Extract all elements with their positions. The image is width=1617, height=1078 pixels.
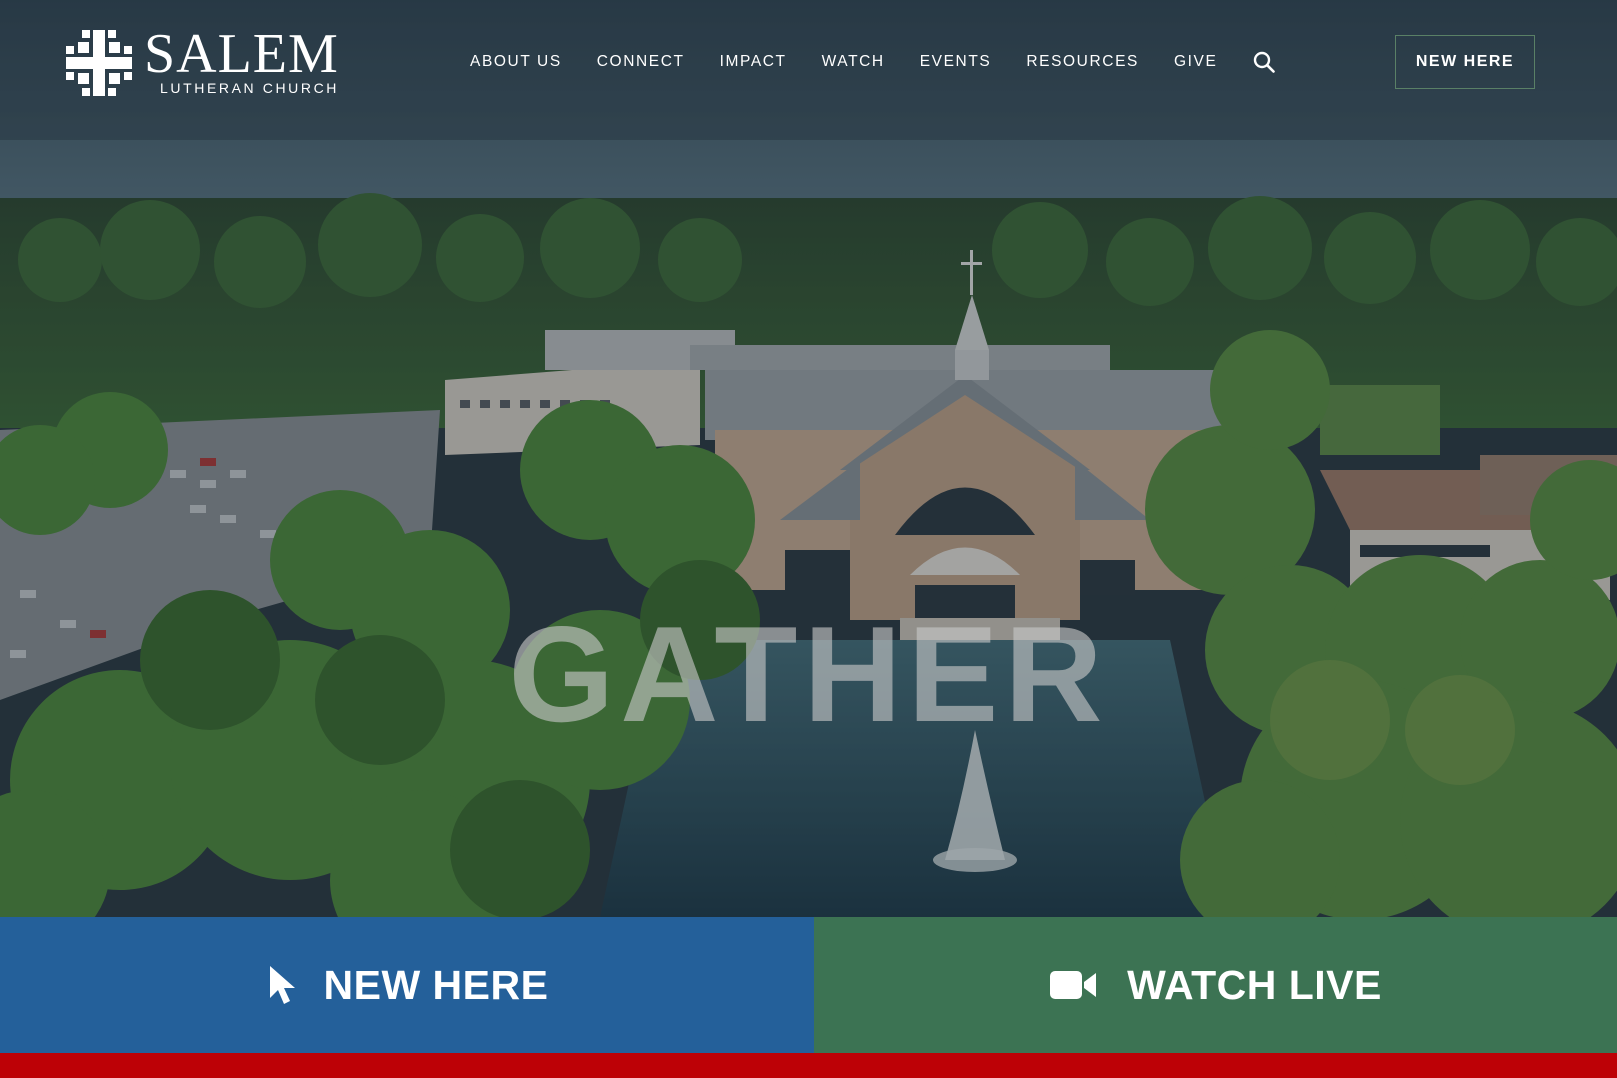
main-nav: ABOUT US CONNECT IMPACT WATCH EVENTS RES…	[470, 50, 1276, 74]
nav-item-resources[interactable]: RESOURCES	[1026, 53, 1139, 71]
logo-text: SALEM LUTHERAN CHURCH	[144, 23, 340, 96]
nav-item-watch[interactable]: WATCH	[822, 53, 885, 71]
hero-section: GATHER	[0, 0, 1617, 917]
watch-live-cta-button[interactable]: WATCH LIVE	[814, 917, 1617, 1053]
nav-item-give[interactable]: GIVE	[1174, 53, 1217, 71]
accent-strip	[0, 1053, 1617, 1078]
nav-item-connect[interactable]: CONNECT	[597, 53, 685, 71]
watch-live-cta-label: WATCH LIVE	[1127, 961, 1382, 1008]
logo-subtitle: LUTHERAN CHURCH	[160, 80, 340, 96]
site-header: SALEM LUTHERAN CHURCH ABOUT US CONNECT I…	[0, 0, 1617, 130]
hero-background-image	[0, 0, 1617, 917]
search-icon[interactable]	[1252, 50, 1276, 74]
pointer-cursor-icon	[269, 966, 295, 1004]
nav-item-events[interactable]: EVENTS	[920, 53, 992, 71]
cross-grid-logo-icon	[66, 30, 132, 96]
new-here-cta-label: NEW HERE	[323, 961, 549, 1008]
video-camera-icon	[1050, 971, 1097, 999]
new-here-header-button[interactable]: NEW HERE	[1395, 35, 1535, 89]
nav-item-about-us[interactable]: ABOUT US	[470, 53, 562, 71]
nav-item-impact[interactable]: IMPACT	[720, 53, 787, 71]
logo-name: SALEM	[144, 23, 339, 85]
hero-title: GATHER	[508, 598, 1109, 750]
new-here-cta-button[interactable]: NEW HERE	[0, 917, 814, 1053]
logo[interactable]: SALEM LUTHERAN CHURCH	[64, 26, 354, 100]
